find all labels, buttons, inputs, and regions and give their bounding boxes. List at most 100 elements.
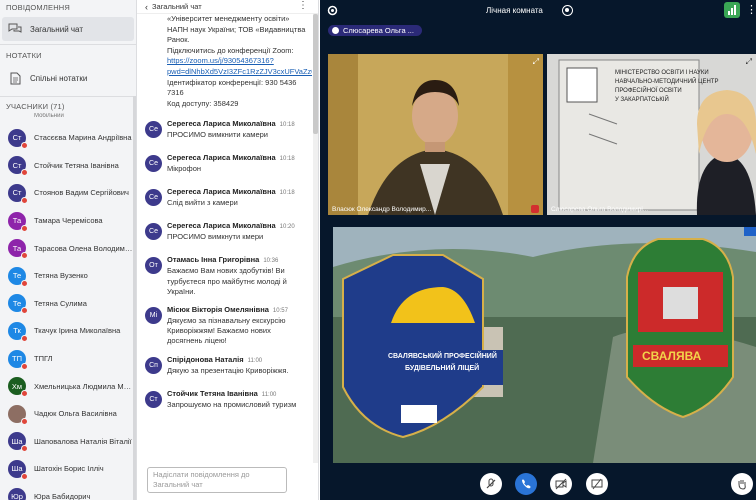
chat-message: Ст Стойчик Тетяна Іванівна 11:00 Запрошуємо… — [137, 385, 312, 419]
message-author: Отамась Інна Григорівна — [167, 255, 260, 265]
message-text-line: Ідентифікатор конференції: 930 5436 — [167, 77, 297, 87]
general-chat-label: Загальний чат — [30, 24, 83, 34]
message-text-line: Ранок. — [167, 35, 190, 45]
message-text-line: НАПН наук України; ТОВ «Видавництва — [167, 24, 306, 34]
user-list-item[interactable]: Ша Шаповалова Наталія Віталії — [0, 428, 136, 456]
user-list-item[interactable]: Юр Юра Бабидорич — [0, 483, 136, 500]
mic-status-icon — [21, 252, 28, 260]
minimize-presentation-icon[interactable] — [744, 227, 756, 236]
video-tile-1[interactable]: ⤢ Власюк Олександр Володимир... — [328, 54, 543, 215]
screenshare-button[interactable] — [586, 473, 608, 495]
avatar: ТП — [8, 349, 28, 370]
avatar-initials: От — [149, 262, 158, 270]
user-list-item[interactable]: Ша Шатохін Борис Ілліч — [0, 455, 136, 483]
partial-user-status: Мобільний — [34, 113, 64, 119]
user-name: Хмельницька Людмила Мик... — [34, 381, 134, 391]
user-name: Шатохін Борис Ілліч — [34, 464, 104, 474]
user-list-item[interactable]: Ст Стоянов Вадим Сергійович — [0, 179, 136, 207]
mic-off-icon — [531, 205, 539, 213]
audio-button[interactable] — [515, 473, 537, 495]
message-time: 10:36 — [263, 258, 279, 265]
zoom-link[interactable]: pwd=dlNhbXd5VzI3ZFc1RzZJV3cxUFVaZz09 — [137, 67, 312, 78]
user-list-item[interactable]: Ст Стасєєва Марина Андріївна — [0, 124, 136, 152]
avatar-initials: Те — [12, 271, 22, 281]
message-avatar: Сп — [145, 356, 162, 374]
user-list-item[interactable]: Тк Ткачук Ірина Миколаївна — [0, 317, 136, 345]
message-text: Слід вийти з камери — [167, 198, 238, 208]
camera-button[interactable] — [550, 473, 572, 495]
ministry-sign-line2: НАВЧАЛЬНО-МЕТОДИЧНИЙ ЦЕНТР — [615, 79, 719, 85]
fullscreen-icon-2[interactable]: ⤢ — [746, 57, 752, 67]
avatar: Та — [8, 211, 28, 232]
chat-header: ‹ Загальний чат ⋮ — [137, 0, 318, 14]
user-list-item[interactable]: Те Тетяна Сулима — [0, 290, 136, 318]
avatar: Юр — [8, 487, 26, 500]
message-text-line: «Університет менеджменту освіти» — [167, 14, 290, 23]
messages-header: ПОВІДОМЛЕННЯ — [6, 3, 71, 12]
mic-status-icon — [21, 390, 28, 398]
notes-header: НОТАТКИ — [6, 51, 42, 60]
connection-status-icon[interactable] — [724, 2, 740, 18]
mic-status-icon — [21, 472, 28, 480]
message-text-line: Підключитись до конференції Zoom: — [167, 45, 294, 55]
message-text: Дякуємо за пізнавальну екскурсію Криворі… — [167, 315, 286, 346]
message-time: 11:00 — [247, 357, 263, 364]
user-name: Чадюк Ольга Василівна — [34, 409, 117, 419]
user-name: Стоянов Вадим Сергійович — [34, 188, 129, 198]
avatar: Хм — [8, 377, 28, 398]
user-name: Тарасова Олена Володими... — [34, 243, 134, 253]
zoom-link[interactable]: https://zoom.us/j/93054367316? — [137, 56, 312, 67]
general-chat-item[interactable]: Загальний чат — [2, 17, 134, 41]
user-name: Шаповалова Наталія Віталії — [34, 436, 132, 446]
more-vertical-icon[interactable]: ⋮ — [746, 3, 756, 16]
message-time: 10:18 — [279, 122, 295, 129]
message-avatar: От — [145, 257, 162, 275]
ministry-sign-line3: ПРОФЕСІЙНОЇ ОСВІТИ — [615, 88, 682, 94]
user-list-item[interactable]: Чадюк Ольга Василівна — [0, 400, 136, 428]
shared-notes-item[interactable]: Спільні нотатки — [2, 66, 134, 90]
mute-button[interactable] — [480, 473, 502, 495]
recording-icon[interactable] — [562, 5, 573, 16]
presenter-badge: Слюсарева Ольга ... — [328, 25, 422, 36]
avatar-initials: Юр — [11, 492, 23, 500]
avatar: Ст — [8, 128, 28, 149]
users-scrollbar[interactable] — [133, 96, 136, 500]
presentation-screen[interactable]: СВАЛЯВСЬКИЙ ПРОФЕСІЙНИЙ БУДІВЕЛЬНИЙ ЛІЦЕ… — [333, 227, 756, 463]
top-bar: Лічная комната ⋮ — [320, 0, 756, 22]
user-list-item[interactable]: Хм Хмельницька Людмила Мик... — [0, 372, 136, 400]
user-list-item[interactable]: Ст Стойчик Тетяна Іванівна — [0, 152, 136, 180]
settings-gear-icon[interactable] — [326, 4, 339, 19]
chat-message: Се Серегеса Лариса Миколаївна 10:20 ПРОСИМО… — [137, 217, 312, 251]
chat-message: Се Серегеса Лариса Миколаївна 10:18 ПРОСИМО… — [137, 115, 312, 149]
message-text: Дякую за презентацію Криворіжжя. — [167, 365, 289, 375]
presentation-slide — [333, 227, 756, 463]
avatar-initials: Хм — [11, 381, 23, 391]
video-tile-2[interactable]: МІНІСТЕРСТВО ОСВІТИ І НАУКИ НАВЧАЛЬНО-МЕ… — [547, 54, 756, 215]
user-list-item[interactable]: ТП ТПГЛ — [0, 345, 136, 373]
presenter-name: Слюсарева Ольга ... — [343, 26, 414, 35]
avatar-initials: ТП — [12, 354, 22, 364]
message-avatar: Се — [145, 223, 162, 241]
back-chevron-icon[interactable]: ‹ — [145, 2, 148, 12]
avatar-initials: Те — [12, 298, 22, 308]
chat-messages: «Університет менеджменту освіти» НАПН нау… — [137, 14, 312, 463]
hand-icon — [738, 480, 746, 490]
chat-message: Сп Спірідонова Наталія 11:00 Дякую за презе… — [137, 351, 312, 385]
user-list-item[interactable]: Та Тамара Черемісова — [0, 207, 136, 235]
user-list-item[interactable]: Те Тетяна Вузенко — [0, 262, 136, 290]
user-list-item[interactable]: Та Тарасова Олена Володими... — [0, 234, 136, 262]
avatar-initials: Мі — [149, 311, 158, 319]
message-time: 10:20 — [279, 224, 295, 231]
avatar-initials: Ст — [12, 160, 22, 170]
chat-scrollbar[interactable] — [313, 14, 318, 463]
more-options-icon[interactable]: ⋮ — [298, 0, 308, 11]
note-icon — [8, 71, 22, 85]
chat-message-input[interactable]: Надіслати повідомлення до Загальний чат — [147, 467, 287, 493]
fullscreen-icon[interactable]: ⤢ — [533, 57, 539, 67]
city-name: СВАЛЯВА — [642, 349, 702, 363]
mic-status-icon — [21, 334, 28, 342]
user-list: Ст Стасєєва Марина Андріївна Ст Стойчик Тет… — [0, 124, 136, 500]
message-avatar: Се — [145, 155, 162, 173]
message-text: ПРОСИМО вимкнити камери — [167, 130, 268, 140]
raise-hand-button[interactable] — [731, 473, 753, 495]
